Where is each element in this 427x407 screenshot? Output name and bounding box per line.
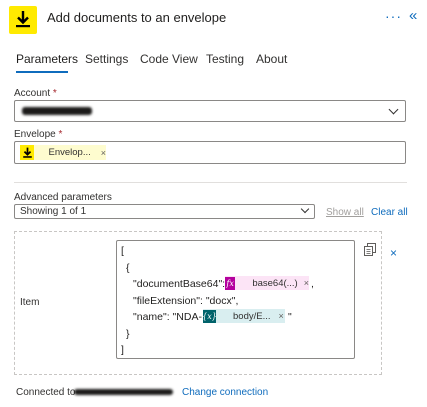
document-base64-key: "documentBase64": (133, 278, 229, 290)
body-token-label: body/E... (233, 310, 271, 322)
redacted-account-value (22, 107, 92, 115)
remove-token-icon[interactable]: × (304, 278, 309, 288)
remove-item-icon[interactable]: × (390, 246, 397, 260)
remove-token-icon[interactable]: × (101, 148, 106, 158)
tab-about[interactable]: About (256, 52, 287, 66)
advanced-parameters-dropdown[interactable]: Showing 1 of 1 (14, 204, 315, 219)
tab-testing[interactable]: Testing (206, 52, 244, 66)
close-bracket: ] (121, 344, 124, 356)
advanced-parameters-value: Showing 1 of 1 (20, 206, 87, 217)
redacted-connection-name (74, 389, 173, 395)
base64-token-label: base64(...) (252, 277, 298, 289)
copy-icon[interactable] (364, 243, 376, 261)
advanced-parameters-label: Advanced parameters (14, 192, 112, 203)
account-label: Account * (14, 88, 57, 99)
dynamic-content-icon: {x} (202, 309, 217, 323)
envelope-token[interactable]: Envelop... × (20, 145, 106, 160)
chevron-down-icon (300, 204, 310, 214)
item-label: Item (20, 297, 40, 308)
open-brace: { (126, 262, 130, 274)
change-connection-link[interactable]: Change connection (182, 387, 268, 398)
chevron-down-icon (388, 104, 399, 115)
show-all-link[interactable]: Show all (326, 207, 364, 218)
open-bracket: [ (121, 245, 124, 257)
docusign-icon (20, 145, 35, 160)
tab-parameters[interactable]: Parameters (16, 52, 78, 66)
envelope-token-label: Envelop... (48, 147, 91, 158)
item-json-editor[interactable]: [ { "documentBase64": fx base64(...) × ,… (116, 240, 355, 359)
divider (14, 182, 407, 183)
connected-to-label: Connected to (16, 387, 76, 398)
action-title: Add documents to an envelope (47, 10, 227, 25)
envelope-field[interactable]: Envelop... × (14, 141, 406, 164)
tab-code-view[interactable]: Code View (140, 52, 198, 66)
docusign-icon (9, 6, 37, 34)
active-tab-indicator (16, 71, 68, 73)
envelope-label: Envelope * (14, 129, 63, 140)
close-brace: } (126, 328, 130, 340)
function-icon: fx (225, 276, 236, 290)
tab-settings[interactable]: Settings (85, 52, 128, 66)
name-key: "name": "NDA- (133, 311, 202, 323)
file-extension-line: "fileExtension": "docx", (133, 295, 239, 307)
closing-quote: " (288, 311, 292, 323)
body-dynamic-token[interactable]: {x} body/E... × (202, 309, 285, 323)
comma: , (311, 278, 314, 290)
remove-token-icon[interactable]: × (279, 311, 284, 321)
clear-all-link[interactable]: Clear all (371, 207, 408, 218)
collapse-panel-icon[interactable]: « (409, 7, 417, 24)
more-options-icon[interactable]: ··· (385, 8, 402, 24)
account-dropdown[interactable] (14, 100, 406, 122)
base64-expression-token[interactable]: fx base64(...) × (225, 276, 309, 290)
